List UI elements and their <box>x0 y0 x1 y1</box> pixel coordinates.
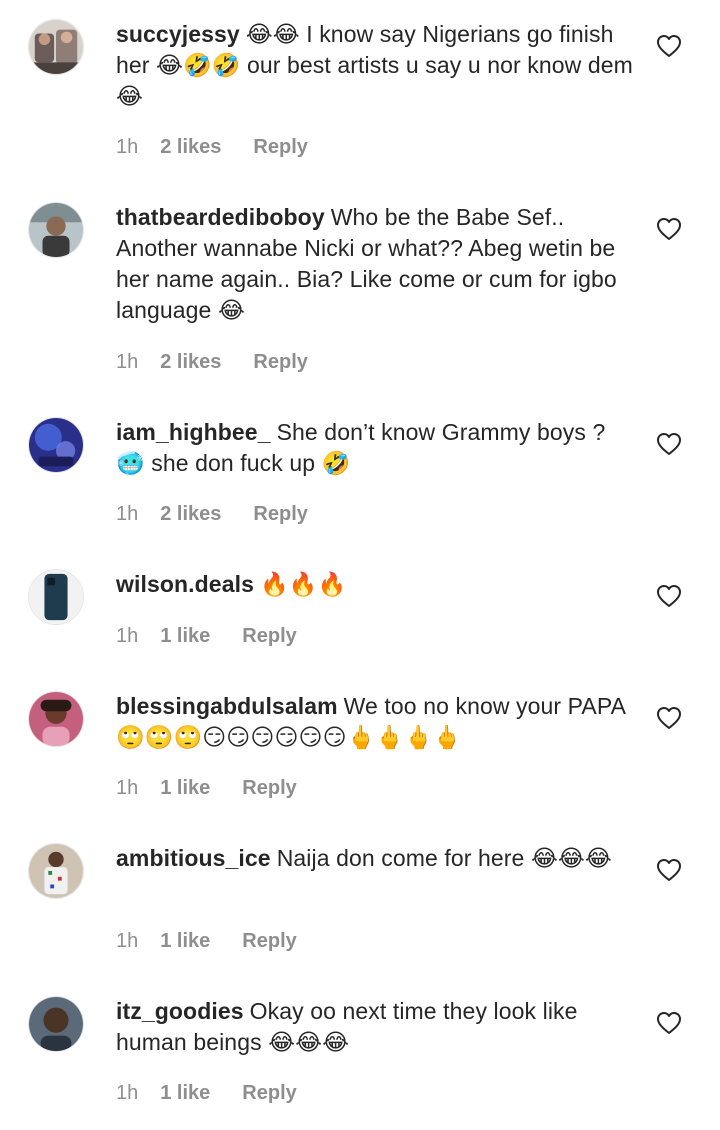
heart-icon[interactable] <box>656 706 682 730</box>
heart-icon[interactable] <box>656 217 682 241</box>
comment-likes[interactable]: 2 likes <box>160 503 221 525</box>
avatar-image <box>29 203 83 257</box>
avatar[interactable] <box>28 19 84 75</box>
heart-icon[interactable] <box>656 34 682 58</box>
comment-body: Naija don come for here 😂😂😂 <box>276 845 612 871</box>
comment-time: 1h <box>116 351 139 373</box>
avatar[interactable] <box>28 569 84 625</box>
reply-button[interactable]: Reply <box>253 503 307 525</box>
comment-likes[interactable]: 2 likes <box>160 351 221 373</box>
comment-time: 1h <box>116 930 139 952</box>
avatar[interactable] <box>28 996 84 1052</box>
comment-time: 1h <box>116 777 139 799</box>
comment-text-block: itz_goodies Okay oo next time they look l… <box>116 996 636 1058</box>
comment-username[interactable]: blessingabdulsalam <box>116 693 338 719</box>
heart-icon[interactable] <box>656 584 682 608</box>
comment-meta: 1h 1 like Reply <box>116 929 297 953</box>
comment-meta: 1h 1 like Reply <box>116 776 297 800</box>
comment-text-block: thatbeardediboboy Who be the Babe Sef.. A… <box>116 202 636 326</box>
comment-meta: 1h 2 likes Reply <box>116 502 308 526</box>
comment-username[interactable]: iam_highbee_ <box>116 419 271 445</box>
comment-time: 1h <box>116 136 139 158</box>
avatar[interactable] <box>28 202 84 258</box>
comment-time: 1h <box>116 503 139 525</box>
comment-username[interactable]: thatbeardediboboy <box>116 204 325 230</box>
heart-icon[interactable] <box>656 432 682 456</box>
avatar[interactable] <box>28 843 84 899</box>
comment-body: 🔥🔥🔥 <box>259 571 347 597</box>
comment-likes[interactable]: 1 like <box>160 1082 210 1104</box>
reply-button[interactable]: Reply <box>253 351 307 373</box>
comment-text-block: succyjessy 😂😂 I know say Nigerians go fin… <box>116 19 636 112</box>
reply-button[interactable]: Reply <box>242 777 296 799</box>
comment-meta: 1h 2 likes Reply <box>116 350 308 374</box>
avatar-image <box>29 570 83 624</box>
avatar[interactable] <box>28 691 84 747</box>
comment-likes[interactable]: 1 like <box>160 777 210 799</box>
comment-meta: 1h 1 like Reply <box>116 1081 297 1105</box>
comment-username[interactable]: wilson.deals <box>116 571 254 597</box>
reply-button[interactable]: Reply <box>242 930 296 952</box>
comment-text-block: wilson.deals 🔥🔥🔥 <box>116 569 636 600</box>
avatar-image <box>29 418 83 472</box>
comment-text-block: blessingabdulsalam We too no know your PA… <box>116 691 636 753</box>
comment-likes[interactable]: 1 like <box>160 930 210 952</box>
avatar-image <box>29 844 83 898</box>
comment-likes[interactable]: 1 like <box>160 625 210 647</box>
reply-button[interactable]: Reply <box>253 136 307 158</box>
heart-icon[interactable] <box>656 1011 682 1035</box>
avatar-image <box>29 692 83 746</box>
comment-time: 1h <box>116 1082 139 1104</box>
avatar-image <box>29 20 83 74</box>
comment-meta: 1h 2 likes Reply <box>116 135 308 159</box>
reply-button[interactable]: Reply <box>242 625 296 647</box>
comment-username[interactable]: ambitious_ice <box>116 845 271 871</box>
comment-text-block: ambitious_ice Naija don come for here 😂😂😂 <box>116 843 636 874</box>
comment-username[interactable]: succyjessy <box>116 21 240 47</box>
comment-meta: 1h 1 like Reply <box>116 624 297 648</box>
comment-likes[interactable]: 2 likes <box>160 136 221 158</box>
comment-time: 1h <box>116 625 139 647</box>
avatar-image <box>29 997 83 1051</box>
comment-text-block: iam_highbee_ She don’t know Grammy boys ?… <box>116 417 636 479</box>
heart-icon[interactable] <box>656 858 682 882</box>
comment-username[interactable]: itz_goodies <box>116 998 244 1024</box>
reply-button[interactable]: Reply <box>242 1082 296 1104</box>
avatar[interactable] <box>28 417 84 473</box>
